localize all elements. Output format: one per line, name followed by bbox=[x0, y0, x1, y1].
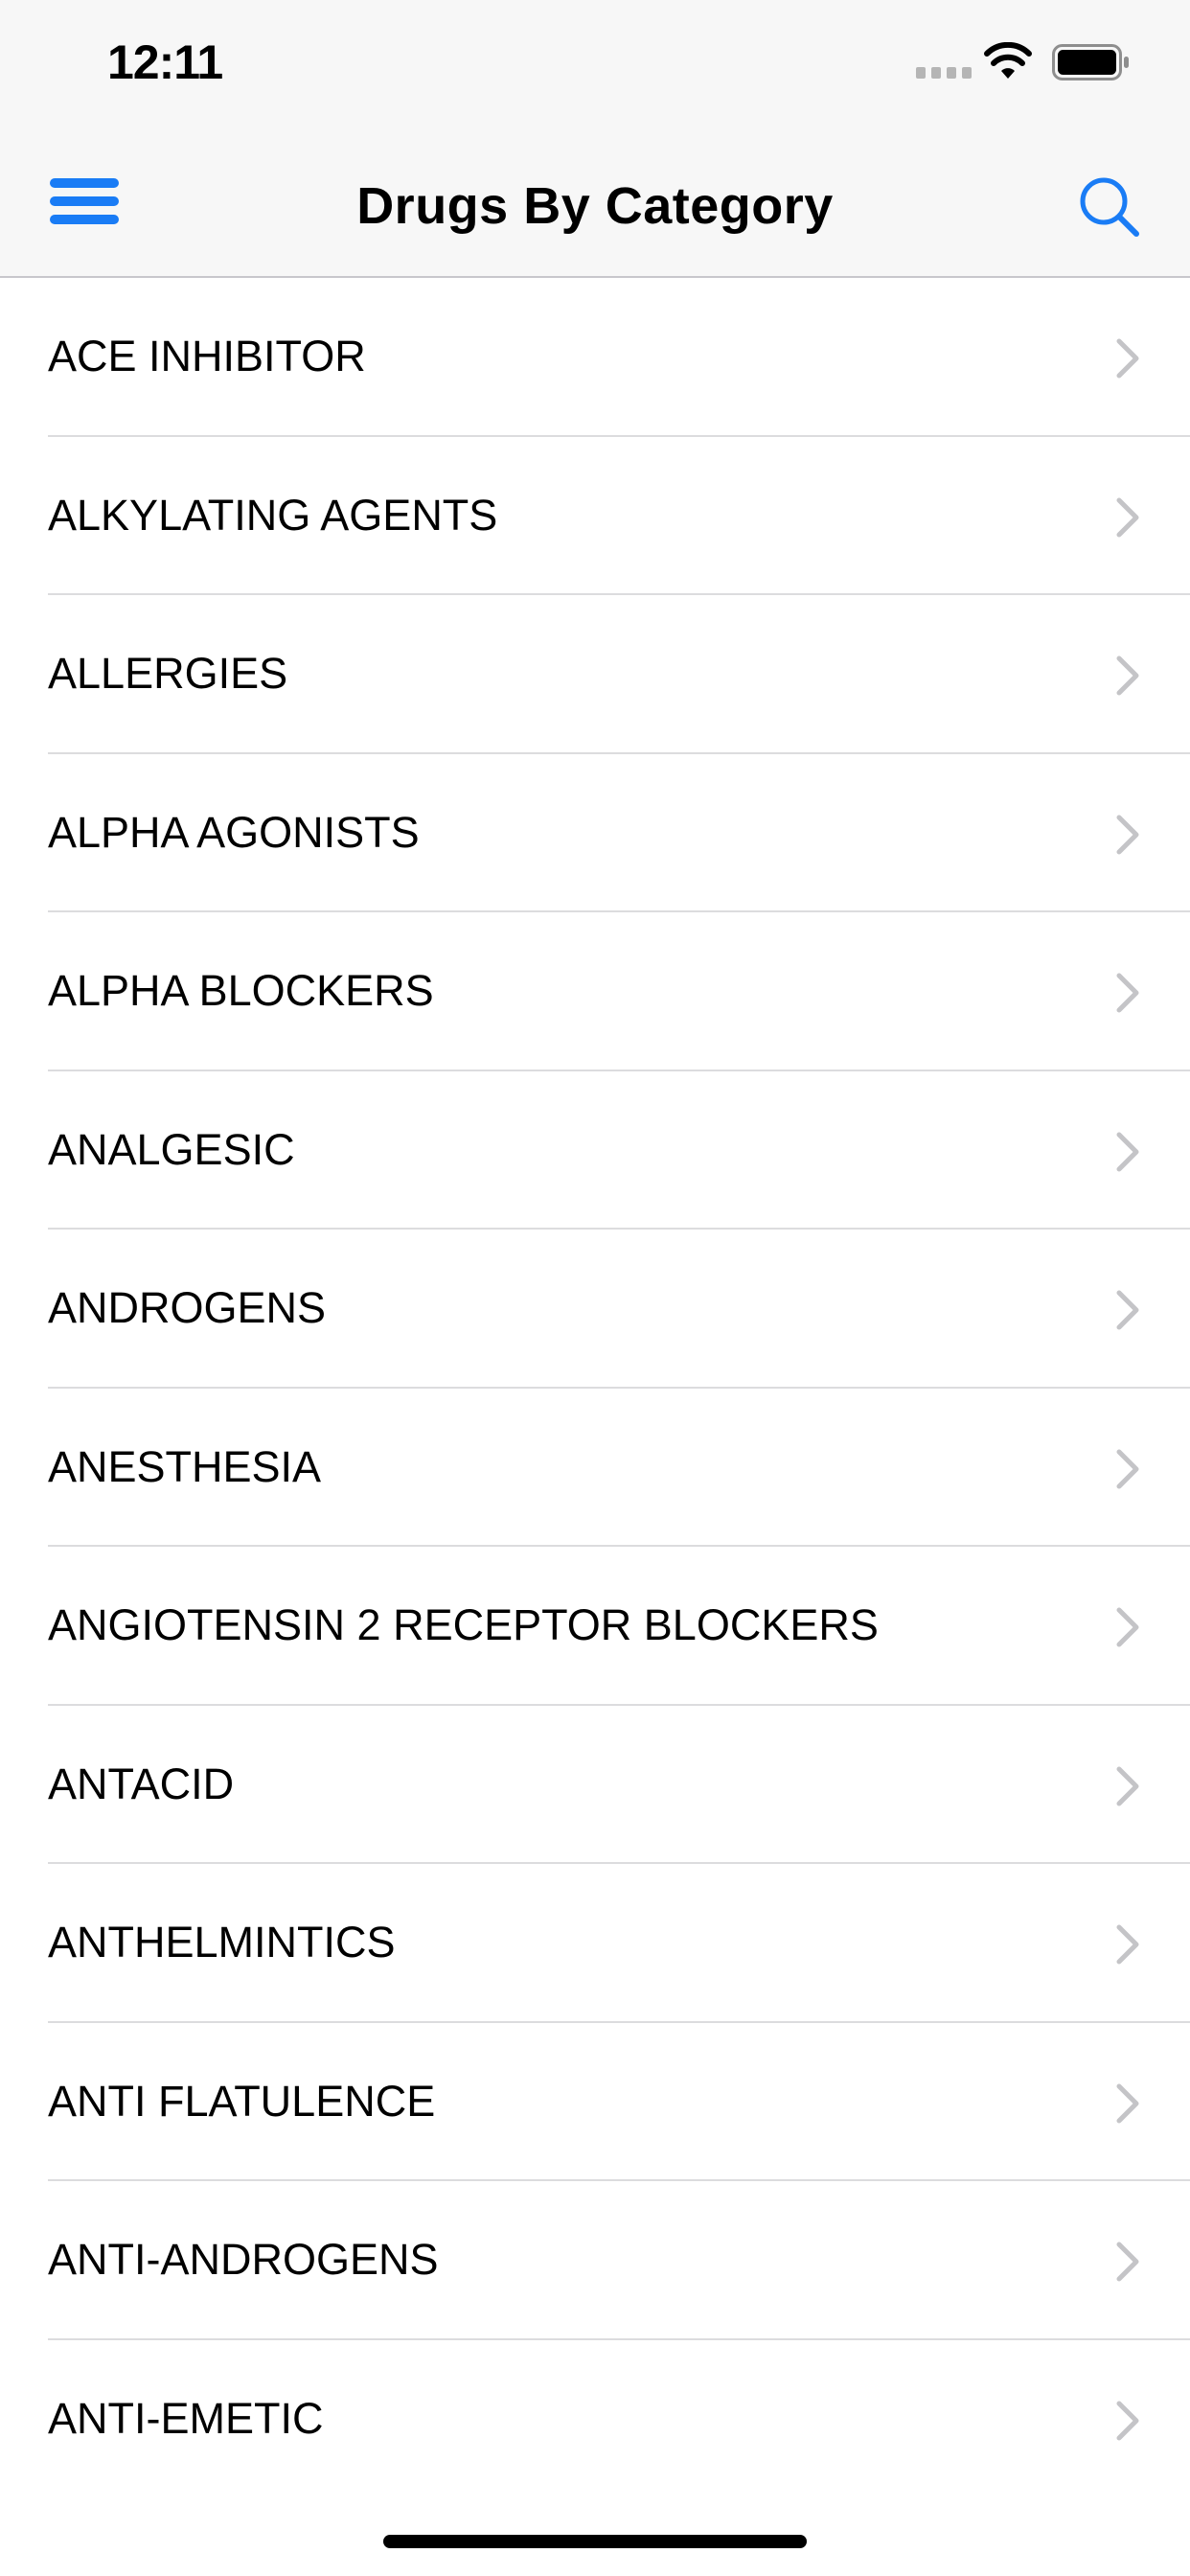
chevron-right-icon bbox=[1116, 1449, 1139, 1488]
chevron-right-icon bbox=[1116, 497, 1139, 537]
list-item-label: ANESTHESIA bbox=[48, 1441, 322, 1491]
list-item-label: ALLERGIES bbox=[48, 649, 288, 698]
page-title: Drugs By Category bbox=[356, 177, 834, 235]
chevron-right-icon bbox=[1116, 338, 1139, 379]
chevron-right-icon bbox=[1116, 2083, 1139, 2123]
list-item-label: ANTHELMINTICS bbox=[48, 1918, 396, 1966]
chevron-right-icon bbox=[1116, 2401, 1139, 2440]
wifi-icon bbox=[984, 42, 1032, 79]
list-item-label: ANALGESIC bbox=[48, 1124, 295, 1174]
chevron-right-icon bbox=[1116, 1290, 1139, 1330]
list-item-label: ACE INHIBITOR bbox=[48, 332, 366, 380]
search-icon bbox=[1080, 177, 1139, 237]
chevron-right-icon bbox=[1116, 1607, 1139, 1647]
list-item-label: ANTI FLATULENCE bbox=[48, 2076, 436, 2126]
list-item[interactable]: ANGIOTENSIN 2 RECEPTOR BLOCKERS bbox=[0, 1547, 1190, 1706]
list-item[interactable]: ALLERGIES bbox=[0, 595, 1190, 754]
list-item[interactable]: ALKYLATING AGENTS bbox=[0, 437, 1190, 596]
list-item-label: ALPHA AGONISTS bbox=[48, 807, 420, 857]
app-screen: 12:11 Drugs By Category ACE INHIBITOR AL… bbox=[0, 0, 1190, 2576]
list-item[interactable]: ACE INHIBITOR bbox=[0, 278, 1190, 437]
list-item[interactable]: ANTI-EMETIC bbox=[0, 2340, 1190, 2499]
chevron-right-icon bbox=[1116, 1132, 1139, 1171]
chevron-right-icon bbox=[1116, 2242, 1139, 2282]
chevron-right-icon bbox=[1116, 973, 1139, 1013]
list-item[interactable]: ANDROGENS bbox=[0, 1230, 1190, 1389]
list-item[interactable]: ANTACID bbox=[0, 1706, 1190, 1865]
list-item[interactable]: ALPHA BLOCKERS bbox=[0, 912, 1190, 1071]
list-item-label: ALPHA BLOCKERS bbox=[48, 966, 434, 1015]
home-indicator[interactable] bbox=[383, 2535, 807, 2548]
list-item[interactable]: ALPHA AGONISTS bbox=[0, 754, 1190, 913]
chevron-right-icon bbox=[1116, 1766, 1139, 1806]
signal-icon bbox=[916, 67, 972, 79]
chevron-right-icon bbox=[1116, 1924, 1139, 1965]
list-item-label: ALKYLATING AGENTS bbox=[48, 490, 498, 540]
list-item[interactable]: ANTI-ANDROGENS bbox=[0, 2181, 1190, 2340]
battery-icon bbox=[1052, 44, 1129, 80]
category-list: ACE INHIBITOR ALKYLATING AGENTS ALLERGIE… bbox=[0, 278, 1190, 2498]
status-bar: 12:11 bbox=[0, 0, 1190, 126]
chevron-right-icon bbox=[1116, 656, 1139, 696]
list-item-label: ANTI-ANDROGENS bbox=[48, 2235, 439, 2284]
search-button[interactable] bbox=[1071, 169, 1148, 245]
list-item-label: ANDROGENS bbox=[48, 1283, 327, 1332]
list-item-label: ANTI-EMETIC bbox=[48, 2393, 324, 2443]
list-item-label: ANGIOTENSIN 2 RECEPTOR BLOCKERS bbox=[48, 1600, 879, 1649]
list-item-label: ANTACID bbox=[48, 1759, 235, 1808]
chevron-right-icon bbox=[1116, 815, 1139, 854]
list-item[interactable]: ANALGESIC bbox=[0, 1071, 1190, 1230]
list-item[interactable]: ANTHELMINTICS bbox=[0, 1864, 1190, 2023]
list-item[interactable]: ANTI FLATULENCE bbox=[0, 2023, 1190, 2182]
list-item[interactable]: ANESTHESIA bbox=[0, 1389, 1190, 1548]
navigation-bar: Drugs By Category bbox=[0, 126, 1190, 278]
status-time: 12:11 bbox=[107, 35, 223, 89]
